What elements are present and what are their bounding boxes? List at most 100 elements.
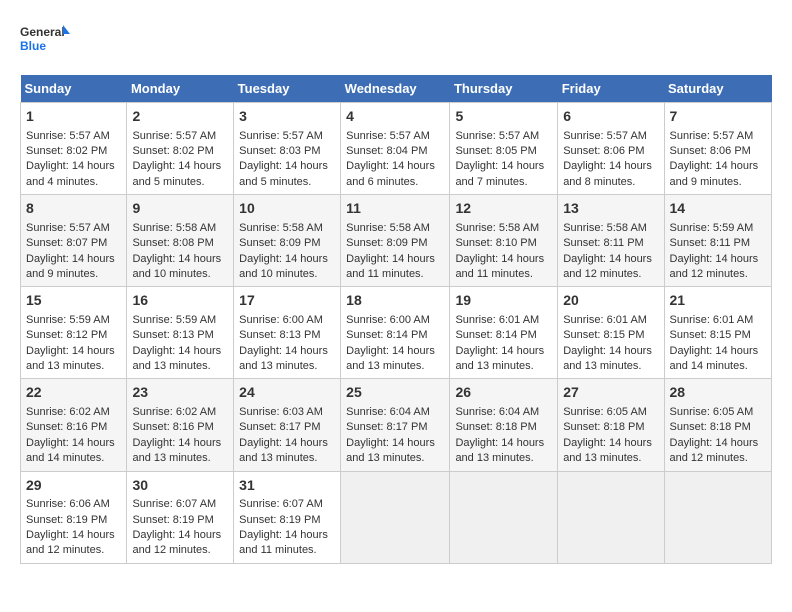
daylight-text: Daylight: 14 hours and 12 minutes.	[670, 437, 759, 464]
calendar-cell: 13Sunrise: 5:58 AMSunset: 8:11 PMDayligh…	[558, 195, 664, 287]
logo-svg: General Blue	[20, 20, 70, 65]
calendar-cell: 25Sunrise: 6:04 AMSunset: 8:17 PMDayligh…	[341, 379, 450, 471]
daylight-text: Daylight: 14 hours and 4 minutes.	[26, 160, 115, 187]
calendar-cell: 3Sunrise: 5:57 AMSunset: 8:03 PMDaylight…	[234, 103, 341, 195]
sunrise-text: Sunrise: 5:57 AM	[346, 130, 430, 142]
calendar-table: SundayMondayTuesdayWednesdayThursdayFrid…	[20, 75, 772, 564]
calendar-cell: 18Sunrise: 6:00 AMSunset: 8:14 PMDayligh…	[341, 287, 450, 379]
calendar-row: 22 Sunrise: 6:02 AM Sunset: 8:16 PM Dayligh…	[21, 379, 772, 471]
sunset-text: Sunset: 8:02 PM	[132, 145, 213, 157]
sunrise-text: Sunrise: 6:01 AM	[563, 314, 647, 326]
calendar-row: 15Sunrise: 5:59 AMSunset: 8:12 PMDayligh…	[21, 287, 772, 379]
sunrise-text: Sunrise: 6:04 AM	[455, 406, 539, 418]
calendar-cell: 11Sunrise: 5:58 AMSunset: 8:09 PMDayligh…	[341, 195, 450, 287]
sunrise-text: Sunrise: 5:57 AM	[563, 130, 647, 142]
sunset-text: Sunset: 8:18 PM	[455, 421, 536, 433]
calendar-cell: 16Sunrise: 5:59 AMSunset: 8:13 PMDayligh…	[127, 287, 234, 379]
sunset-text: Sunset: 8:18 PM	[670, 421, 751, 433]
calendar-row: 8Sunrise: 5:57 AMSunset: 8:07 PMDaylight…	[21, 195, 772, 287]
sunrise-text: Sunrise: 5:57 AM	[26, 222, 110, 234]
sunrise-text: Sunrise: 5:58 AM	[563, 222, 647, 234]
calendar-cell	[341, 471, 450, 563]
sunset-text: Sunset: 8:04 PM	[346, 145, 427, 157]
day-number: 12	[455, 199, 552, 219]
daylight-text: Daylight: 14 hours and 5 minutes.	[132, 160, 221, 187]
sunrise-text: Sunrise: 6:07 AM	[132, 498, 216, 510]
sunrise-text: Sunrise: 5:57 AM	[670, 130, 754, 142]
sunrise-text: Sunrise: 6:02 AM	[132, 406, 216, 418]
daylight-text: Daylight: 14 hours and 7 minutes.	[455, 160, 544, 187]
sunset-text: Sunset: 8:17 PM	[346, 421, 427, 433]
daylight-text: Daylight: 14 hours and 8 minutes.	[563, 160, 652, 187]
day-number: 22	[26, 383, 121, 403]
daylight-text: Daylight: 14 hours and 13 minutes.	[26, 345, 115, 372]
daylight-text: Daylight: 14 hours and 13 minutes.	[455, 437, 544, 464]
calendar-cell: 22Sunrise: 6:02 AMSunset: 8:16 PMDayligh…	[21, 379, 127, 471]
calendar-cell: 5Sunrise: 5:57 AMSunset: 8:05 PMDaylight…	[450, 103, 558, 195]
daylight-text: Daylight: 14 hours and 6 minutes.	[346, 160, 435, 187]
calendar-cell: 8Sunrise: 5:57 AMSunset: 8:07 PMDaylight…	[21, 195, 127, 287]
calendar-cell: 12Sunrise: 5:58 AMSunset: 8:10 PMDayligh…	[450, 195, 558, 287]
sunrise-text: Sunrise: 6:05 AM	[670, 406, 754, 418]
day-number: 7	[670, 107, 766, 127]
day-number: 26	[455, 383, 552, 403]
page-header: General Blue	[20, 20, 772, 65]
sunset-text: Sunset: 8:15 PM	[670, 329, 751, 341]
daylight-text: Daylight: 14 hours and 12 minutes.	[563, 253, 652, 280]
sunset-text: Sunset: 8:11 PM	[670, 237, 751, 249]
day-number: 5	[455, 107, 552, 127]
daylight-text: Daylight: 14 hours and 10 minutes.	[132, 253, 221, 280]
calendar-cell: 10Sunrise: 5:58 AMSunset: 8:09 PMDayligh…	[234, 195, 341, 287]
sunrise-text: Sunrise: 6:01 AM	[455, 314, 539, 326]
day-number: 24	[239, 383, 335, 403]
column-header-tuesday: Tuesday	[234, 75, 341, 103]
daylight-text: Daylight: 14 hours and 13 minutes.	[563, 345, 652, 372]
column-header-sunday: Sunday	[21, 75, 127, 103]
sunrise-text: Sunrise: 6:00 AM	[239, 314, 323, 326]
sunrise-text: Sunrise: 6:00 AM	[346, 314, 430, 326]
calendar-cell	[450, 471, 558, 563]
daylight-text: Daylight: 14 hours and 13 minutes.	[132, 345, 221, 372]
calendar-cell: 6Sunrise: 5:57 AMSunset: 8:06 PMDaylight…	[558, 103, 664, 195]
calendar-cell: 20 Sunrise: 6:01 AM Sunset: 8:15 PM Dayligh…	[558, 287, 664, 379]
day-number: 31	[239, 476, 335, 496]
calendar-cell: 9Sunrise: 5:58 AMSunset: 8:08 PMDaylight…	[127, 195, 234, 287]
sunset-text: Sunset: 8:05 PM	[455, 145, 536, 157]
sunrise-text: Sunrise: 5:58 AM	[455, 222, 539, 234]
daylight-text: Daylight: 14 hours and 13 minutes.	[239, 345, 328, 372]
calendar-cell: 1Sunrise: 5:57 AMSunset: 8:02 PMDaylight…	[21, 103, 127, 195]
logo: General Blue	[20, 20, 70, 65]
sunset-text: Sunset: 8:09 PM	[239, 237, 320, 249]
sunrise-text: Sunrise: 5:59 AM	[132, 314, 216, 326]
sunset-text: Sunset: 8:15 PM	[563, 329, 644, 341]
day-number: 20	[563, 291, 658, 311]
calendar-row: 1Sunrise: 5:57 AMSunset: 8:02 PMDaylight…	[21, 103, 772, 195]
calendar-cell: 29Sunrise: 6:06 AMSunset: 8:19 PMDayligh…	[21, 471, 127, 563]
sunset-text: Sunset: 8:19 PM	[132, 514, 213, 526]
sunset-text: Sunset: 8:16 PM	[132, 421, 213, 433]
header-row: SundayMondayTuesdayWednesdayThursdayFrid…	[21, 75, 772, 103]
daylight-text: Daylight: 14 hours and 11 minutes.	[455, 253, 544, 280]
day-number: 4	[346, 107, 444, 127]
day-number: 29	[26, 476, 121, 496]
sunrise-text: Sunrise: 6:05 AM	[563, 406, 647, 418]
daylight-text: Daylight: 14 hours and 9 minutes.	[670, 160, 759, 187]
calendar-cell: 19Sunrise: 6:01 AMSunset: 8:14 PMDayligh…	[450, 287, 558, 379]
daylight-text: Daylight: 14 hours and 13 minutes.	[239, 437, 328, 464]
daylight-text: Daylight: 14 hours and 13 minutes.	[346, 345, 435, 372]
calendar-cell: 2Sunrise: 5:57 AMSunset: 8:02 PMDaylight…	[127, 103, 234, 195]
daylight-text: Daylight: 14 hours and 12 minutes.	[26, 529, 115, 556]
calendar-cell: 7Sunrise: 5:57 AMSunset: 8:06 PMDaylight…	[664, 103, 771, 195]
sunrise-text: Sunrise: 5:57 AM	[239, 130, 323, 142]
sunrise-text: Sunrise: 6:04 AM	[346, 406, 430, 418]
calendar-cell: 14Sunrise: 5:59 AMSunset: 8:11 PMDayligh…	[664, 195, 771, 287]
calendar-cell: 27Sunrise: 6:05 AMSunset: 8:18 PMDayligh…	[558, 379, 664, 471]
day-number: 10	[239, 199, 335, 219]
sunset-text: Sunset: 8:17 PM	[239, 421, 320, 433]
sunset-text: Sunset: 8:14 PM	[346, 329, 427, 341]
sunrise-text: Sunrise: 5:59 AM	[670, 222, 754, 234]
svg-text:Blue: Blue	[20, 39, 46, 53]
daylight-text: Daylight: 14 hours and 12 minutes.	[132, 529, 221, 556]
day-number: 8	[26, 199, 121, 219]
column-header-saturday: Saturday	[664, 75, 771, 103]
